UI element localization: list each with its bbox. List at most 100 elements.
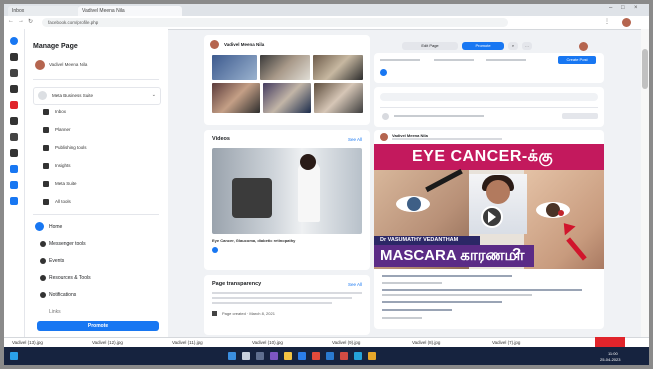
all-tools-icon xyxy=(43,199,49,205)
home-icon[interactable] xyxy=(10,53,18,61)
post-text-line xyxy=(382,317,422,319)
notifications-icon[interactable] xyxy=(10,85,18,93)
weather-icon[interactable] xyxy=(10,352,18,360)
create-post-button[interactable]: Create Post xyxy=(558,56,596,64)
right-column: Edit Page Promote ⌕ … Create Post Vadive… xyxy=(374,29,604,347)
watch-icon[interactable] xyxy=(10,181,18,189)
post-composer-card xyxy=(374,87,604,127)
nav-item-messenger-tools[interactable]: Messenger tools xyxy=(40,241,86,247)
middle-column: Vadivel Meena Nila Videos See All Eye Ca… xyxy=(204,29,370,347)
search-icon[interactable] xyxy=(10,69,18,77)
extensions-icon[interactable]: ⋮ xyxy=(604,18,610,25)
app-icon[interactable] xyxy=(368,352,376,360)
teams-icon[interactable] xyxy=(270,352,278,360)
nav-item-notifications[interactable]: Notifications xyxy=(40,292,76,298)
browser-tab-active[interactable]: Vadivel Meena Nila xyxy=(78,6,182,16)
videos-card: Videos See All Eye Cancer, Glaucoma, dia… xyxy=(204,130,370,270)
transparency-see-all-link[interactable]: See All xyxy=(348,282,362,287)
url-field[interactable]: facebook.com/profile.php xyxy=(42,18,508,27)
app-icon[interactable] xyxy=(340,352,348,360)
videos-title: Videos xyxy=(212,136,230,142)
post-image[interactable]: EYE CANCER-க்கு Dr VASUMATHY VEDANTHAM M… xyxy=(374,144,604,269)
marketplace-icon[interactable] xyxy=(10,197,18,205)
search-page-icon[interactable]: ⌕ xyxy=(508,42,518,50)
page-name[interactable]: Vadivel Meena Nila xyxy=(49,62,87,67)
promote-top-button[interactable]: Promote xyxy=(462,42,504,50)
messenger-icon[interactable] xyxy=(10,117,18,125)
nav-item-events[interactable]: Events xyxy=(40,258,64,264)
facebook-logo-icon[interactable] xyxy=(10,37,18,45)
scrollbar-thumb[interactable] xyxy=(642,49,648,89)
grid-icon[interactable] xyxy=(10,133,18,141)
store-icon[interactable] xyxy=(326,352,334,360)
promote-button[interactable]: Promote xyxy=(37,321,159,331)
videos-see-all-link[interactable]: See All xyxy=(348,137,362,142)
sub-item-publishing[interactable]: Publishing tools xyxy=(55,145,87,150)
sub-item-inbox[interactable]: Inbox xyxy=(55,109,66,114)
video-caption[interactable]: Eye Cancer, Glaucoma, diabetic retinopat… xyxy=(212,238,362,243)
browser-tab[interactable]: Inbox xyxy=(8,6,80,16)
publishing-icon xyxy=(43,145,49,151)
nav-item-home[interactable]: Home xyxy=(49,224,62,230)
photo-thumb[interactable] xyxy=(313,55,363,80)
browser-avatar[interactable] xyxy=(622,18,631,27)
tab-placeholder[interactable] xyxy=(434,59,474,61)
account-avatar[interactable] xyxy=(579,42,588,51)
photo-thumb[interactable] xyxy=(212,83,260,113)
download-item[interactable]: Vadivel (10).jpg xyxy=(252,340,283,345)
post-text-line xyxy=(382,294,532,296)
tab-placeholder[interactable] xyxy=(486,59,526,61)
photo-thumb[interactable] xyxy=(212,55,257,80)
post-text-line xyxy=(382,309,452,311)
sub-item-planner[interactable]: Planner xyxy=(55,127,71,132)
minimize-icon[interactable]: – xyxy=(609,5,612,11)
pages-icon[interactable] xyxy=(10,149,18,157)
meta-suite-switcher[interactable]: Meta Business Suite ⌄ xyxy=(33,87,161,105)
search-taskbar-icon[interactable] xyxy=(242,352,250,360)
more-options-icon[interactable]: … xyxy=(522,42,532,50)
video-thumbnail[interactable] xyxy=(212,148,362,234)
close-icon[interactable]: × xyxy=(634,5,638,11)
messenger-tools-icon xyxy=(40,241,46,247)
download-item[interactable]: Vadivel (11).jpg xyxy=(172,340,203,345)
groups-icon[interactable] xyxy=(10,165,18,173)
photo-thumb[interactable] xyxy=(314,83,363,113)
photos-card: Vadivel Meena Nila xyxy=(204,35,370,125)
download-item[interactable]: Vadivel (13).jpg xyxy=(12,340,43,345)
download-item[interactable]: Vadivel (12).jpg xyxy=(92,340,123,345)
download-item[interactable]: Vadivel (9).jpg xyxy=(332,340,360,345)
clock-date[interactable]: 25-04-2023 xyxy=(600,357,620,362)
download-item[interactable]: Vadivel (8).jpg xyxy=(412,340,440,345)
sub-item-insights[interactable]: Insights xyxy=(55,163,71,168)
download-item[interactable]: Vadivel (7).jpg xyxy=(492,340,520,345)
reload-icon[interactable]: ↻ xyxy=(28,18,33,25)
page-avatar[interactable] xyxy=(35,60,45,70)
chrome-icon[interactable] xyxy=(312,352,320,360)
tab-placeholder[interactable] xyxy=(380,59,420,61)
edge-icon[interactable] xyxy=(298,352,306,360)
photo-thumb[interactable] xyxy=(263,83,311,113)
sub-item-all-tools[interactable]: All tools xyxy=(55,199,71,204)
app-icon[interactable] xyxy=(354,352,362,360)
sub-item-meta-suite[interactable]: Meta Suite xyxy=(55,181,77,186)
back-icon[interactable]: ← xyxy=(8,18,14,24)
vertical-scrollbar[interactable] xyxy=(641,29,649,347)
task-view-icon[interactable] xyxy=(256,352,264,360)
alert-icon[interactable] xyxy=(10,101,18,109)
edit-page-button[interactable]: Edit Page xyxy=(402,42,458,50)
composer-input[interactable] xyxy=(380,93,598,101)
maximize-icon[interactable]: □ xyxy=(621,5,625,11)
transparency-card: Page transparency See All Page created ·… xyxy=(204,275,370,335)
photo-thumb[interactable] xyxy=(260,55,310,80)
post-actions[interactable] xyxy=(562,113,598,119)
start-icon[interactable] xyxy=(228,352,236,360)
post-author-avatar[interactable] xyxy=(380,133,388,141)
forward-icon[interactable]: → xyxy=(18,18,24,24)
home-nav-icon xyxy=(35,222,44,231)
nav-item-resources[interactable]: Resources & Tools xyxy=(40,275,91,281)
nav-item-links[interactable]: Links xyxy=(49,309,61,315)
clock-time[interactable]: 11:00 xyxy=(608,351,618,356)
post-text-line xyxy=(382,282,442,284)
file-explorer-icon[interactable] xyxy=(284,352,292,360)
divider xyxy=(380,107,598,108)
